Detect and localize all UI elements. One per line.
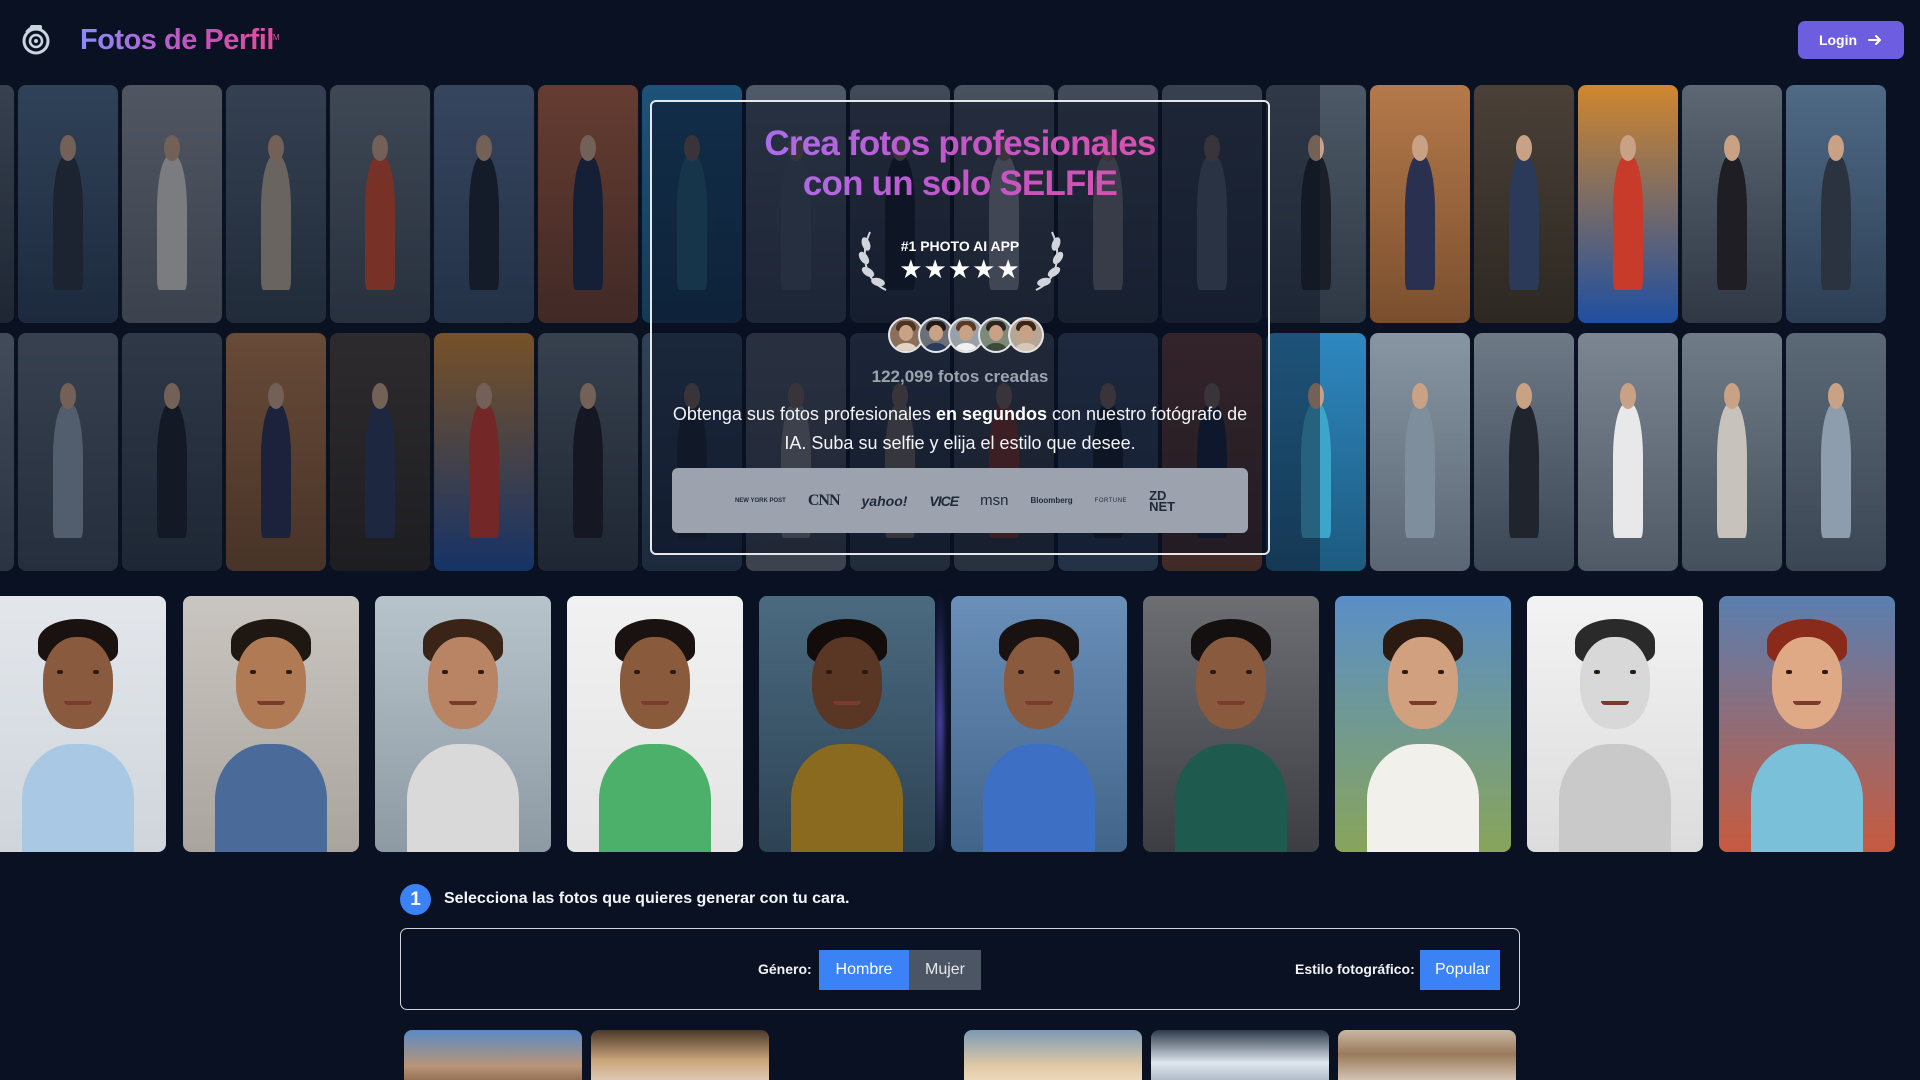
hero-description: Obtenga sus fotos profesionales en segun… — [672, 404, 1248, 453]
login-button[interactable]: Login — [1798, 21, 1904, 59]
showcase-photo-strip — [0, 596, 1920, 852]
press-logo-yahoo: yahoo! — [861, 492, 908, 509]
showcase-portrait — [1143, 596, 1319, 852]
press-logo-fortune: FORTUNE — [1094, 497, 1128, 504]
mosaic-photo — [1682, 333, 1782, 571]
mosaic-photo — [1370, 85, 1470, 323]
hero-title-line2: con un solo SELFIE — [802, 164, 1118, 203]
gender-toggle: Hombre Mujer — [819, 950, 981, 990]
gallery-photo[interactable] — [964, 1030, 1142, 1080]
step-instruction: Selecciona las fotos que quieres generar… — [444, 890, 850, 907]
hero-title-line1: Crea fotos profesionales — [764, 124, 1156, 163]
award-label: #1 PHOTO AI APP — [900, 238, 1020, 254]
press-logo-vice: VICE — [929, 492, 959, 509]
showcase-portrait — [951, 596, 1127, 852]
filter-panel: Género: Hombre Mujer Estilo fotográfico:… — [400, 928, 1520, 1010]
photo-style-toggle: Popular — [1420, 950, 1500, 990]
showcase-portrait — [567, 596, 743, 852]
mosaic-photo — [1474, 85, 1574, 323]
header: Fotos de Perfil TM Login — [0, 0, 1920, 80]
camera-lens-logo-icon[interactable] — [18, 22, 54, 58]
press-logos-bar: NEW YORK POST CNN yahoo! VICE msn Bloomb… — [672, 468, 1248, 533]
showcase-portrait — [1335, 596, 1511, 852]
press-logo-bloomberg: Bloomberg — [1030, 496, 1073, 505]
gallery-photo[interactable] — [1338, 1030, 1516, 1080]
showcase-portrait — [375, 596, 551, 852]
press-logo-msn: msn — [980, 492, 1009, 509]
gender-label: Género: — [758, 961, 812, 977]
showcase-portrait — [183, 596, 359, 852]
gallery-photo[interactable] — [1151, 1030, 1329, 1080]
arrow-right-icon — [1868, 35, 1882, 45]
trademark: TM — [268, 33, 280, 42]
mosaic-photo — [1682, 85, 1782, 323]
gender-option-mujer[interactable]: Mujer — [909, 950, 981, 990]
user-avatars — [888, 317, 1048, 355]
showcase-portrait — [0, 596, 166, 852]
press-logo-cnn: CNN — [807, 491, 841, 509]
showcase-portrait — [1527, 596, 1703, 852]
avatar — [1008, 317, 1044, 353]
mosaic-photo — [1370, 333, 1470, 571]
photos-created-count: 122,099 fotos creadas — [871, 367, 1049, 386]
photo-style-label: Estilo fotográfico: — [1295, 961, 1415, 977]
star-rating: ★★★★★ — [899, 254, 1021, 284]
login-label: Login — [1818, 32, 1858, 48]
showcase-portrait — [1719, 596, 1895, 852]
brand-name[interactable]: Fotos de Perfil — [80, 24, 274, 57]
gender-option-hombre[interactable]: Hombre — [819, 950, 909, 990]
hero-description-bold: en segundos — [936, 404, 1048, 424]
press-logo-zdnet: ZD NET — [1149, 487, 1176, 514]
hero-title: Crea fotos profesionales con un solo SEL… — [652, 124, 1268, 204]
style-option-popular[interactable]: Popular — [1420, 950, 1500, 990]
hero-card: Crea fotos profesionales con un solo SEL… — [650, 100, 1270, 555]
step-number-badge: 1 — [400, 884, 431, 915]
gallery-photo[interactable] — [404, 1030, 582, 1080]
mosaic-photo — [1786, 85, 1886, 323]
showcase-portrait — [759, 596, 935, 852]
mosaic-photo — [1786, 333, 1886, 571]
press-logo-nypost: NEW YORK POST — [734, 497, 786, 504]
comparison-slider-divider[interactable] — [936, 590, 944, 858]
mosaic-photo — [1474, 333, 1574, 571]
gallery-photo[interactable] — [591, 1030, 769, 1080]
mosaic-photo — [1578, 333, 1678, 571]
mosaic-photo — [1578, 85, 1678, 323]
